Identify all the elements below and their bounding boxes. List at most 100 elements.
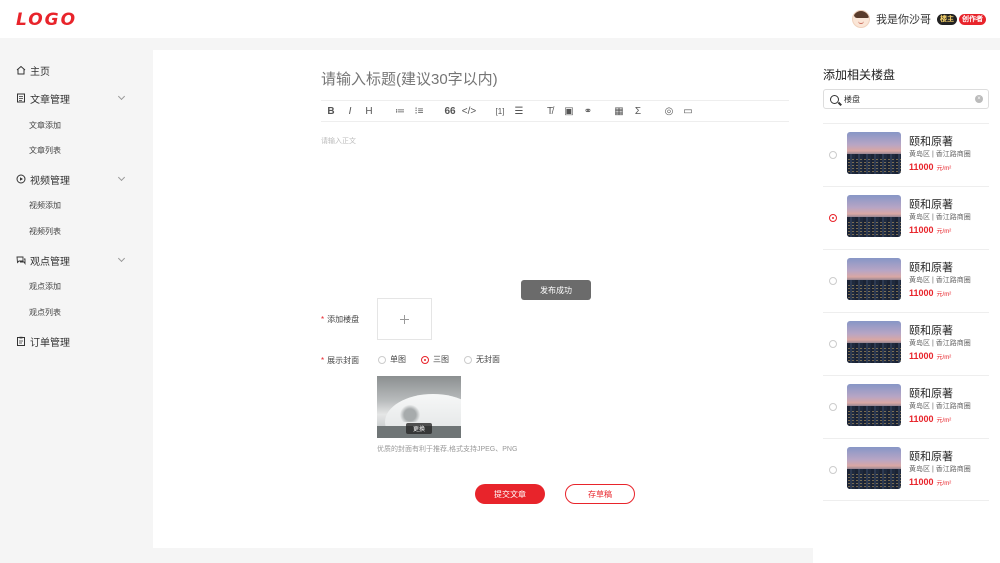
cover-hint: 优质的封面有利于推荐,格式支持JPEG、PNG bbox=[377, 446, 518, 453]
property-item[interactable]: 颐和原著 黄岛区 | 香江路商圈 11000 元/m² bbox=[823, 438, 989, 501]
property-search[interactable]: × bbox=[823, 89, 989, 109]
sidebar-item-home[interactable]: 主页 bbox=[16, 60, 134, 80]
property-price: 11000 元/m² bbox=[909, 414, 952, 424]
property-name: 颐和原著 bbox=[909, 136, 953, 148]
sidebar-item-label: 主页 bbox=[30, 66, 50, 78]
sidebar-subitem-video-add[interactable]: 视频添加 bbox=[29, 199, 61, 213]
editor-card: B I H ≔ ⁝≡ 66 </> [1] ☰ T̸ ▣ ⚭ ▦ Σ ◎ ▭ 请… bbox=[153, 50, 813, 548]
sidebar-item-orders[interactable]: 订单管理 bbox=[16, 331, 134, 351]
clear-icon[interactable]: × bbox=[975, 95, 983, 103]
quote-button[interactable]: 66 bbox=[443, 104, 457, 118]
document-icon bbox=[17, 93, 25, 103]
property-item[interactable]: 颐和原著黄岛区 | 香江路商圈 11000 元/m² bbox=[823, 375, 989, 438]
property-image bbox=[847, 384, 901, 426]
sidebar-subitem-video-list[interactable]: 视频列表 bbox=[29, 225, 61, 239]
top-header: LOGO 我是你沙哥 楼主 创作者 bbox=[0, 0, 1000, 38]
cover-radio-group: 单图 三图 无封面 bbox=[378, 354, 515, 365]
property-name: 颐和原著 bbox=[909, 388, 953, 400]
radio-button[interactable] bbox=[829, 340, 837, 348]
folder-button[interactable]: ▭ bbox=[681, 104, 695, 118]
property-item[interactable]: 颐和原著黄岛区 | 香江路商圈 11000 元/m² bbox=[823, 249, 989, 312]
sidebar-item-label: 观点管理 bbox=[30, 256, 70, 268]
cover-option-triple[interactable]: 三图 bbox=[421, 354, 449, 365]
property-image bbox=[847, 132, 901, 174]
panel-title: 添加相关楼盘 bbox=[823, 68, 896, 82]
user-profile[interactable]: 我是你沙哥 楼主 创作者 bbox=[852, 8, 986, 30]
table-button[interactable]: ▦ bbox=[612, 104, 626, 118]
sidebar-subitem-article-list[interactable]: 文章列表 bbox=[29, 144, 61, 158]
sidebar-item-articles[interactable]: 文章管理 bbox=[16, 88, 134, 108]
bold-button[interactable]: B bbox=[324, 104, 338, 118]
creator-badge: 创作者 bbox=[959, 13, 986, 25]
radio-button[interactable] bbox=[829, 151, 837, 159]
property-search-input[interactable] bbox=[844, 94, 964, 104]
plus-icon bbox=[400, 314, 409, 324]
property-name: 颐和原著 bbox=[909, 451, 953, 463]
property-image bbox=[847, 447, 901, 489]
radio-button[interactable] bbox=[378, 355, 386, 364]
radio-button[interactable] bbox=[829, 277, 837, 285]
sidebar-item-videos[interactable]: 视频管理 bbox=[16, 169, 134, 189]
submit-article-button[interactable]: 提交文章 bbox=[475, 484, 545, 504]
sidebar-item-opinions[interactable]: 观点管理 bbox=[16, 250, 134, 270]
body-input[interactable]: 请输入正文 bbox=[321, 136, 356, 146]
cover-label: * 展示封面 bbox=[321, 356, 360, 365]
code-button[interactable]: </> bbox=[462, 104, 476, 118]
radio-button[interactable] bbox=[829, 403, 837, 411]
username: 我是你沙哥 bbox=[876, 14, 931, 26]
sidebar-subitem-article-add[interactable]: 文章添加 bbox=[29, 119, 61, 133]
sidebar-item-label: 订单管理 bbox=[30, 337, 70, 349]
save-draft-button[interactable]: 存草稿 bbox=[565, 484, 635, 504]
radio-button-selected[interactable] bbox=[421, 355, 429, 364]
chevron-down-icon[interactable] bbox=[117, 254, 126, 263]
search-icon bbox=[830, 94, 839, 104]
bullet-list-button[interactable]: ⁝≡ bbox=[412, 104, 426, 118]
property-location: 黄岛区 | 香江路商圈 bbox=[909, 277, 971, 284]
property-image bbox=[847, 258, 901, 300]
chevron-down-icon[interactable] bbox=[117, 173, 126, 182]
divider-button[interactable]: ☰ bbox=[512, 104, 526, 118]
property-price: 11000 元/m² bbox=[909, 351, 952, 361]
footnote-button[interactable]: [1] bbox=[493, 104, 507, 118]
image-button[interactable]: ▣ bbox=[562, 104, 576, 118]
clear-format-button[interactable]: T̸ bbox=[543, 104, 557, 118]
property-location: 黄岛区 | 香江路商圈 bbox=[909, 214, 971, 221]
editor-toolbar: B I H ≔ ⁝≡ 66 </> [1] ☰ T̸ ▣ ⚭ ▦ Σ ◎ ▭ bbox=[321, 100, 789, 122]
sidebar-subitem-opinion-add[interactable]: 观点添加 bbox=[29, 280, 61, 294]
money-bag-button[interactable]: ◎ bbox=[662, 104, 676, 118]
related-properties-panel: 添加相关楼盘 × 颐和原著黄岛区 | 香江路商圈11000元/m²颐和原著黄岛区… bbox=[813, 50, 1000, 563]
property-location: 黄岛区 | 香江路商圈 bbox=[909, 151, 971, 158]
heading-button[interactable]: H bbox=[362, 104, 376, 118]
property-price: 11000 元/m² bbox=[909, 288, 952, 298]
replace-cover-button[interactable]: 更换 bbox=[406, 423, 432, 434]
title-input[interactable] bbox=[321, 68, 761, 90]
radio-button-selected[interactable] bbox=[829, 214, 837, 222]
cover-image: 更换 bbox=[377, 376, 461, 438]
property-name: 颐和原著 bbox=[909, 199, 953, 211]
success-toast: 发布成功 bbox=[521, 280, 591, 300]
property-name: 颐和原著 bbox=[909, 262, 953, 274]
logo[interactable]: LOGO bbox=[16, 10, 77, 30]
property-item[interactable]: 颐和原著 黄岛区 | 香江路商圈 11000 元/m² bbox=[823, 186, 989, 249]
link-button[interactable]: ⚭ bbox=[581, 104, 595, 118]
cover-option-single[interactable]: 单图 bbox=[378, 354, 406, 365]
sidebar-item-label: 文章管理 bbox=[30, 94, 70, 106]
sidebar-subitem-opinion-list[interactable]: 观点列表 bbox=[29, 306, 61, 320]
property-item[interactable]: 颐和原著黄岛区 | 香江路商圈 11000 元/m² bbox=[823, 123, 989, 186]
add-property-upload[interactable] bbox=[377, 298, 432, 340]
home-icon bbox=[16, 65, 26, 75]
property-image bbox=[847, 321, 901, 363]
radio-button[interactable] bbox=[829, 466, 837, 474]
italic-button[interactable]: I bbox=[343, 104, 357, 118]
ordered-list-button[interactable]: ≔ bbox=[393, 104, 407, 118]
property-location: 黄岛区 | 香江路商圈 bbox=[909, 403, 971, 410]
property-price: 11000 元/m² bbox=[909, 162, 952, 172]
property-item[interactable]: 颐和原著 黄岛区 | 香江路商圈 11000 元/m² bbox=[823, 312, 989, 375]
avatar[interactable] bbox=[852, 10, 870, 28]
property-name: 颐和原著 bbox=[909, 325, 953, 337]
formula-button[interactable]: Σ bbox=[631, 104, 645, 118]
radio-button[interactable] bbox=[464, 355, 472, 364]
property-price: 11000 元/m² bbox=[909, 477, 952, 487]
cover-option-none[interactable]: 无封面 bbox=[464, 354, 500, 365]
chevron-down-icon[interactable] bbox=[117, 92, 126, 101]
